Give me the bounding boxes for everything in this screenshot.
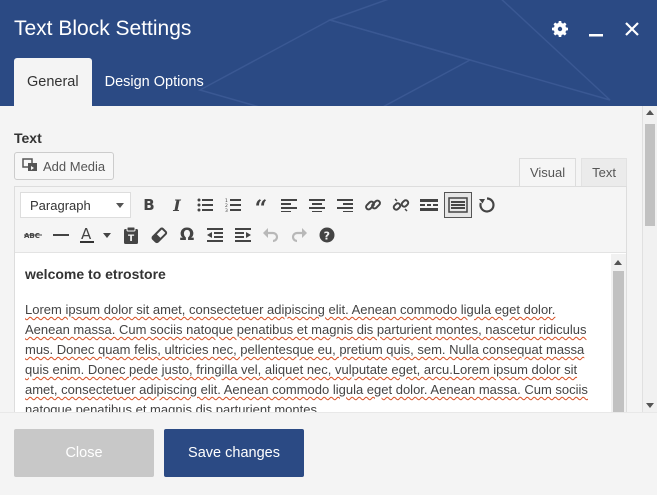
- blockquote-icon[interactable]: “: [248, 192, 274, 222]
- toolbar-toggle-icon[interactable]: [444, 192, 472, 218]
- modal-header: Text Block Settings General Design Optio…: [0, 0, 657, 106]
- scroll-up-icon[interactable]: [614, 260, 622, 265]
- gear-icon[interactable]: [549, 17, 571, 41]
- help-icon[interactable]: ?: [314, 222, 340, 248]
- svg-text:3: 3: [225, 208, 228, 212]
- redo-icon[interactable]: [286, 222, 312, 248]
- content-heading: welcome to etrostore: [25, 266, 602, 282]
- numbered-list-icon[interactable]: 123: [220, 192, 246, 218]
- header-decoration: [198, 0, 611, 106]
- refresh-icon[interactable]: [474, 192, 500, 218]
- editor-toolbar: Paragraph B I 123 “ ABC A T Ω ?: [15, 187, 626, 253]
- increase-indent-icon[interactable]: [230, 222, 256, 248]
- modal-title: Text Block Settings: [14, 17, 192, 40]
- content-heading-text: welcome to etrostore: [25, 266, 166, 282]
- text-editor: Paragraph B I 123 “ ABC A T Ω ? welcome …: [14, 186, 627, 412]
- save-changes-button[interactable]: Save changes: [164, 429, 304, 477]
- bulleted-list-icon[interactable]: [192, 192, 218, 218]
- clear-formatting-icon[interactable]: [146, 222, 172, 248]
- tab-design-options[interactable]: Design Options: [92, 58, 217, 106]
- svg-text:ABC: ABC: [24, 232, 40, 240]
- format-select[interactable]: Paragraph: [20, 192, 131, 218]
- modal-body: Text Add Media Visual Text Paragraph B I: [0, 106, 657, 412]
- editor-scrollbar-thumb[interactable]: [613, 271, 624, 412]
- scroll-down-icon[interactable]: [646, 403, 654, 408]
- close-button[interactable]: Close: [14, 429, 154, 477]
- close-icon[interactable]: [621, 17, 643, 41]
- modal-scrollbar[interactable]: [642, 106, 657, 412]
- undo-icon[interactable]: [258, 222, 284, 248]
- modal-scrollbar-thumb[interactable]: [645, 124, 655, 226]
- bold-icon[interactable]: B: [136, 192, 162, 218]
- editor-tab-text[interactable]: Text: [581, 158, 627, 186]
- add-media-label: Add Media: [43, 158, 106, 174]
- content-paragraph-text: Lorem ipsum dolor sit amet, consectetuer…: [25, 302, 588, 412]
- horizontal-line-icon[interactable]: [48, 222, 74, 248]
- svg-text:?: ?: [324, 230, 330, 243]
- strikethrough-icon[interactable]: ABC: [20, 222, 46, 248]
- scroll-up-icon[interactable]: [646, 110, 654, 115]
- media-icon: [22, 157, 38, 175]
- special-character-icon[interactable]: Ω: [174, 222, 200, 248]
- unlink-icon[interactable]: [388, 192, 414, 218]
- align-center-icon[interactable]: [304, 192, 330, 218]
- paste-as-text-icon[interactable]: T: [118, 222, 144, 248]
- content-paragraph: Lorem ipsum dolor sit amet, consectetuer…: [25, 300, 602, 412]
- add-media-button[interactable]: Add Media: [14, 152, 115, 180]
- editor-content[interactable]: welcome to etrostore Lorem ipsum dolor s…: [15, 254, 612, 412]
- decrease-indent-icon[interactable]: [202, 222, 228, 248]
- modal-tabs: General Design Options: [14, 58, 217, 106]
- italic-icon[interactable]: I: [164, 192, 190, 218]
- minimize-icon[interactable]: [585, 17, 607, 41]
- chevron-down-icon: [116, 202, 124, 208]
- align-left-icon[interactable]: [276, 192, 302, 218]
- tab-general[interactable]: General: [14, 58, 92, 106]
- align-right-icon[interactable]: [332, 192, 358, 218]
- read-more-icon[interactable]: [416, 192, 442, 218]
- editor-mode-tabs: Visual Text: [518, 158, 627, 186]
- text-color-icon[interactable]: A: [76, 222, 116, 248]
- svg-text:T: T: [128, 234, 135, 244]
- text-field-label: Text: [14, 130, 42, 146]
- link-icon[interactable]: [360, 192, 386, 218]
- svg-text:A: A: [81, 226, 92, 243]
- toolbar-row-2: ABC A T Ω ?: [20, 222, 342, 248]
- toolbar-row-1: Paragraph B I 123 “: [20, 192, 502, 222]
- modal-footer: Close Save changes: [0, 412, 657, 495]
- format-select-value: Paragraph: [30, 197, 91, 213]
- settings-modal: Text Block Settings General Design Optio…: [0, 0, 657, 495]
- editor-tab-visual[interactable]: Visual: [518, 158, 577, 186]
- editor-scrollbar[interactable]: [611, 254, 626, 412]
